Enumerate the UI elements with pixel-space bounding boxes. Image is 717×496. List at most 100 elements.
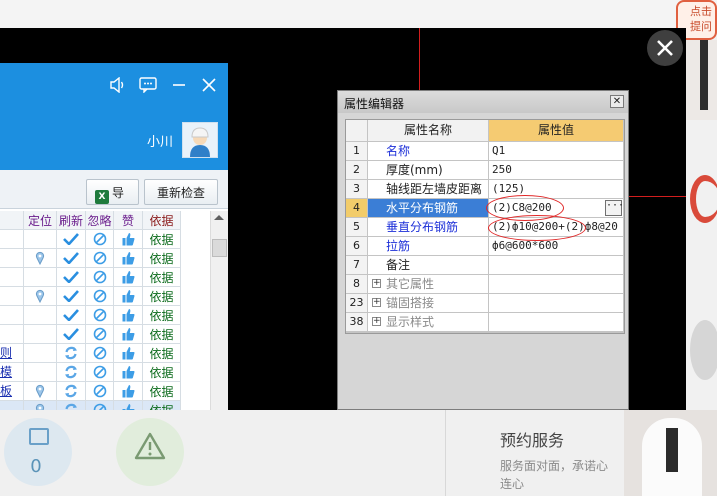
property-row[interactable]: 4 水平分布钢筋 (2)C8@200 ··· xyxy=(346,199,624,218)
message-icon[interactable] xyxy=(137,75,159,95)
avatar[interactable] xyxy=(182,122,218,158)
basis-link[interactable]: 依据 xyxy=(149,402,173,411)
property-value[interactable]: 250 xyxy=(489,161,624,180)
expand-icon[interactable]: + xyxy=(372,298,381,307)
header-cell[interactable]: 依据 xyxy=(143,211,181,230)
property-row[interactable]: 3 轴线距左墙皮距离 (125) xyxy=(346,180,624,199)
basis-link[interactable]: 依据 xyxy=(149,288,173,305)
table-row[interactable]: 依据 xyxy=(0,268,210,287)
property-name[interactable]: + 显示样式 xyxy=(368,313,489,332)
thumbs-up-icon[interactable] xyxy=(122,403,135,410)
minimize-icon[interactable] xyxy=(168,75,190,95)
thumbs-up-icon[interactable] xyxy=(122,384,135,398)
property-name[interactable]: 名称 xyxy=(368,142,489,161)
ignore-icon[interactable] xyxy=(93,346,107,360)
property-value[interactable] xyxy=(489,294,624,313)
rule-link[interactable]: 则模板 xyxy=(0,344,23,398)
table-row[interactable]: 依据 xyxy=(0,249,210,268)
check-icon[interactable] xyxy=(63,271,79,283)
basis-link[interactable]: 依据 xyxy=(149,326,173,343)
viewer-close-button[interactable] xyxy=(647,30,683,66)
thumbs-up-icon[interactable] xyxy=(122,327,135,341)
dialog-close-button[interactable]: ✕ xyxy=(610,95,624,108)
window-close-icon[interactable] xyxy=(198,75,220,95)
check-icon[interactable] xyxy=(63,233,79,245)
basis-link[interactable]: 依据 xyxy=(149,231,173,248)
property-row[interactable]: 8 + 其它属性 xyxy=(346,275,624,294)
refresh-icon[interactable] xyxy=(64,346,78,360)
ignore-icon[interactable] xyxy=(93,251,107,265)
ignore-icon[interactable] xyxy=(93,384,107,398)
header-cell[interactable]: 刷新 xyxy=(57,211,86,230)
property-name[interactable]: 轴线距左墙皮距离 xyxy=(368,180,489,199)
thumbs-up-icon[interactable] xyxy=(122,232,135,246)
ignore-icon[interactable] xyxy=(93,308,107,322)
table-row[interactable]: 依据 xyxy=(0,401,210,410)
basis-link[interactable]: 依据 xyxy=(149,383,173,400)
ignore-icon[interactable] xyxy=(93,232,107,246)
thumbs-up-icon[interactable] xyxy=(122,365,135,379)
locate-pin-icon[interactable] xyxy=(35,384,45,398)
table-row[interactable]: 依据 xyxy=(0,325,210,344)
thumbs-up-icon[interactable] xyxy=(122,308,135,322)
ellipsis-button[interactable]: ··· xyxy=(605,200,623,216)
property-name[interactable]: 拉筋 xyxy=(368,237,489,256)
property-name[interactable]: 备注 xyxy=(368,256,489,275)
table-row[interactable]: 依据 xyxy=(0,230,210,249)
property-name[interactable]: 水平分布钢筋 xyxy=(368,199,489,218)
property-value[interactable] xyxy=(489,256,624,275)
refresh-icon[interactable] xyxy=(64,384,78,398)
thumbs-up-icon[interactable] xyxy=(122,270,135,284)
thumbs-up-icon[interactable] xyxy=(122,289,135,303)
check-icon[interactable] xyxy=(63,290,79,302)
property-row[interactable]: 2 厚度(mm) 250 xyxy=(346,161,624,180)
property-editor-titlebar[interactable]: 属性编辑器 ✕ xyxy=(338,91,628,113)
refresh-icon[interactable] xyxy=(64,365,78,379)
ignore-icon[interactable] xyxy=(93,403,107,410)
thumbs-up-icon[interactable] xyxy=(122,251,135,265)
header-cell[interactable]: 定位 xyxy=(24,211,57,230)
property-name[interactable]: 垂直分布钢筋 xyxy=(368,218,489,237)
table-row[interactable]: 依据 xyxy=(0,306,210,325)
expand-icon[interactable]: + xyxy=(372,279,381,288)
property-row[interactable]: 7 备注 xyxy=(346,256,624,275)
refresh-icon[interactable] xyxy=(64,403,78,410)
basis-link[interactable]: 依据 xyxy=(149,364,173,381)
ignore-icon[interactable] xyxy=(93,289,107,303)
property-name[interactable]: + 其它属性 xyxy=(368,275,489,294)
thumbs-up-icon[interactable] xyxy=(122,346,135,360)
table-row[interactable]: 依据 xyxy=(0,287,210,306)
ignore-icon[interactable] xyxy=(93,270,107,284)
check-icon[interactable] xyxy=(63,309,79,321)
property-value[interactable]: Q1 xyxy=(489,142,624,161)
header-cell[interactable]: 赞 xyxy=(114,211,143,230)
header-cell[interactable]: 忽略 xyxy=(86,211,114,230)
scroll-up-icon[interactable] xyxy=(214,215,224,220)
basis-link[interactable]: 依据 xyxy=(149,269,173,286)
property-row[interactable]: 38 + 显示样式 xyxy=(346,313,624,332)
ignore-icon[interactable] xyxy=(93,327,107,341)
check-icon[interactable] xyxy=(63,328,79,340)
property-row[interactable]: 23 + 锚固搭接 xyxy=(346,294,624,313)
table-row[interactable]: 依据 xyxy=(0,363,210,382)
volume-icon[interactable] xyxy=(107,75,129,95)
basis-link[interactable]: 依据 xyxy=(149,345,173,362)
property-value[interactable] xyxy=(489,275,624,294)
property-row[interactable]: 6 拉筋 ф6@600*600 xyxy=(346,237,624,256)
locate-pin-icon[interactable] xyxy=(35,403,45,410)
table-row[interactable]: 则模板 依据 xyxy=(0,344,210,398)
expand-icon[interactable]: + xyxy=(372,317,381,326)
recheck-button[interactable]: 重新检查 xyxy=(144,179,218,205)
check-icon[interactable] xyxy=(63,252,79,264)
table-row[interactable]: 依据 xyxy=(0,382,210,401)
locate-pin-icon[interactable] xyxy=(35,251,45,265)
locate-pin-icon[interactable] xyxy=(35,289,45,303)
export-button[interactable]: X导出 xyxy=(86,179,139,226)
scrollbar[interactable] xyxy=(210,211,228,410)
scroll-thumb[interactable] xyxy=(212,239,227,257)
property-row[interactable]: 1 名称 Q1 xyxy=(346,142,624,161)
basis-link[interactable]: 依据 xyxy=(149,250,173,267)
property-name[interactable]: 厚度(mm) xyxy=(368,161,489,180)
basis-link[interactable]: 依据 xyxy=(149,307,173,324)
ignore-icon[interactable] xyxy=(93,365,107,379)
